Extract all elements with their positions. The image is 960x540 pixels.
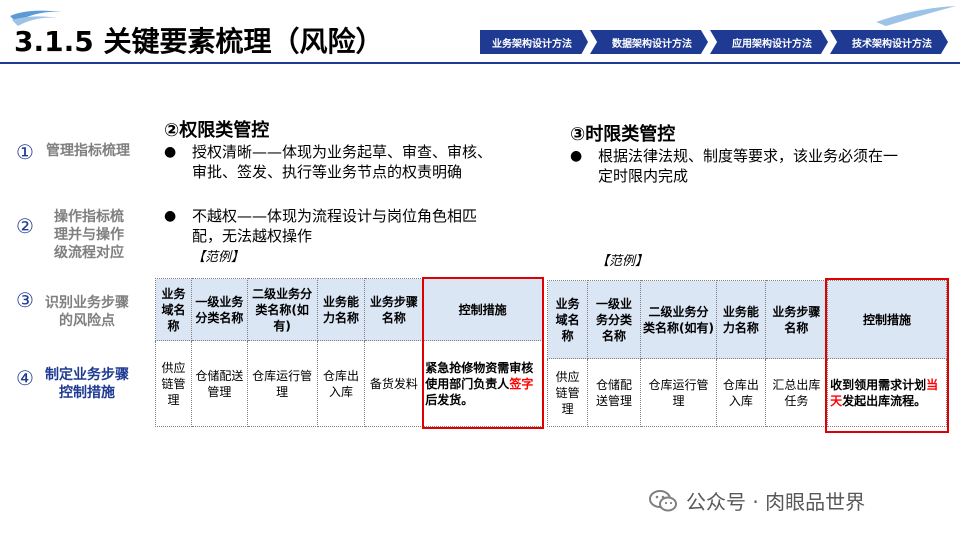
table-cell: 汇总出库任务 [764,358,829,427]
authority-bullet-1: ● 授权清晰——体现为业务起草、审查、审核、审批、签发、执行等业务节点的权责明确 [164,142,509,204]
header-cell: 业务能力名称 [716,280,766,359]
header-cell: 一级业务分类名称 [587,280,641,359]
step-application-architecture[interactable]: 应用架构设计方法 [710,30,828,54]
table-cell: 供应链管理 [155,340,192,427]
bullet-dot-icon: ● [164,144,177,160]
table-cell: 备货发料 [364,340,424,427]
bullet-text: 根据法律法规、制度等要求，该业务必须在一定时限内完成 [598,147,899,185]
table-cell: 仓库运行管理 [246,340,318,427]
header-cell: 业务域名称 [155,278,192,341]
authority-control-title: ②权限类管控 [164,120,270,141]
bullet-dot-icon: ● [164,208,177,224]
step-technology-architecture[interactable]: 技术架构设计方法 [830,30,948,54]
step-data-architecture[interactable]: 数据架构设计方法 [590,30,708,54]
decorative-swoosh-icon [876,6,956,26]
header-divider [0,62,960,64]
step-label: 识别业务步骤的风险点 [45,295,129,329]
step-label: 操作指标梳理并与操作级流程对应 [54,209,124,261]
time-control-title: ③时限类管控 [570,124,676,145]
step-item-4-active: ④ 制定业务步骤控制措施 [10,366,140,402]
header-cell: 业务步骤名称 [364,278,424,341]
table-cell: 供应链管理 [546,358,589,427]
header-cell: 二级业务分类名称(如有) [639,280,718,359]
authority-bullet-2: ● 不越权——体现为流程设计与岗位角色相匹配，无法越权操作 [164,206,509,248]
wechat-icon [649,489,677,511]
bullet-dot-icon: ● [570,148,583,164]
step-business-architecture[interactable]: 业务架构设计方法 [480,30,588,54]
highlight-box-left [422,277,544,429]
watermark: 公众号 · 肉眼品世界 [648,486,865,515]
page-title: 3.1.5 关键要素梳理（风险） [14,25,384,58]
step-number: ② [16,214,34,238]
bullet-text: 不越权——体现为流程设计与岗位角色相匹配，无法越权操作 [192,207,478,245]
highlight-box-right [825,278,949,433]
table-cell: 仓库出入库 [316,340,366,427]
step-label: 管理指标梳理 [46,143,130,159]
step-number: ① [16,140,34,164]
step-item-3: ③ 识别业务步骤的风险点 [10,288,140,330]
step-number: ④ [16,366,34,390]
table-cell: 仓库运行管理 [639,358,718,427]
table-cell: 仓库出入库 [716,358,766,427]
header-cell: 业务能力名称 [316,278,366,341]
header-cell: 一级业务分类名称 [190,278,248,341]
example-label-left: 【范例】 [192,250,245,265]
bullet-text: 授权清晰——体现为业务起草、审查、审核、审批、签发、执行等业务节点的权责明确 [192,143,493,181]
header-cell: 业务步骤名称 [764,280,829,359]
table-cell: 仓储配送管理 [587,358,641,427]
header-cell: 二级业务分类名称(如有) [246,278,318,341]
time-bullet-1: ● 根据法律法规、制度等要求，该业务必须在一定时限内完成 [570,146,915,188]
watermark-text: 公众号 · 肉眼品世界 [686,490,866,514]
example-label-right: 【范例】 [596,254,649,269]
step-label: 制定业务步骤控制措施 [45,367,129,401]
step-number: ③ [16,288,34,312]
header-cell: 业务域名称 [546,280,589,359]
method-steps-nav: 业务架构设计方法 数据架构设计方法 应用架构设计方法 技术架构设计方法 [480,30,950,54]
table-cell: 仓储配送管理 [190,340,248,427]
step-item-2: ② 操作指标梳理并与操作级流程对应 [10,208,140,262]
step-item-1: ① 管理指标梳理 [10,140,140,164]
